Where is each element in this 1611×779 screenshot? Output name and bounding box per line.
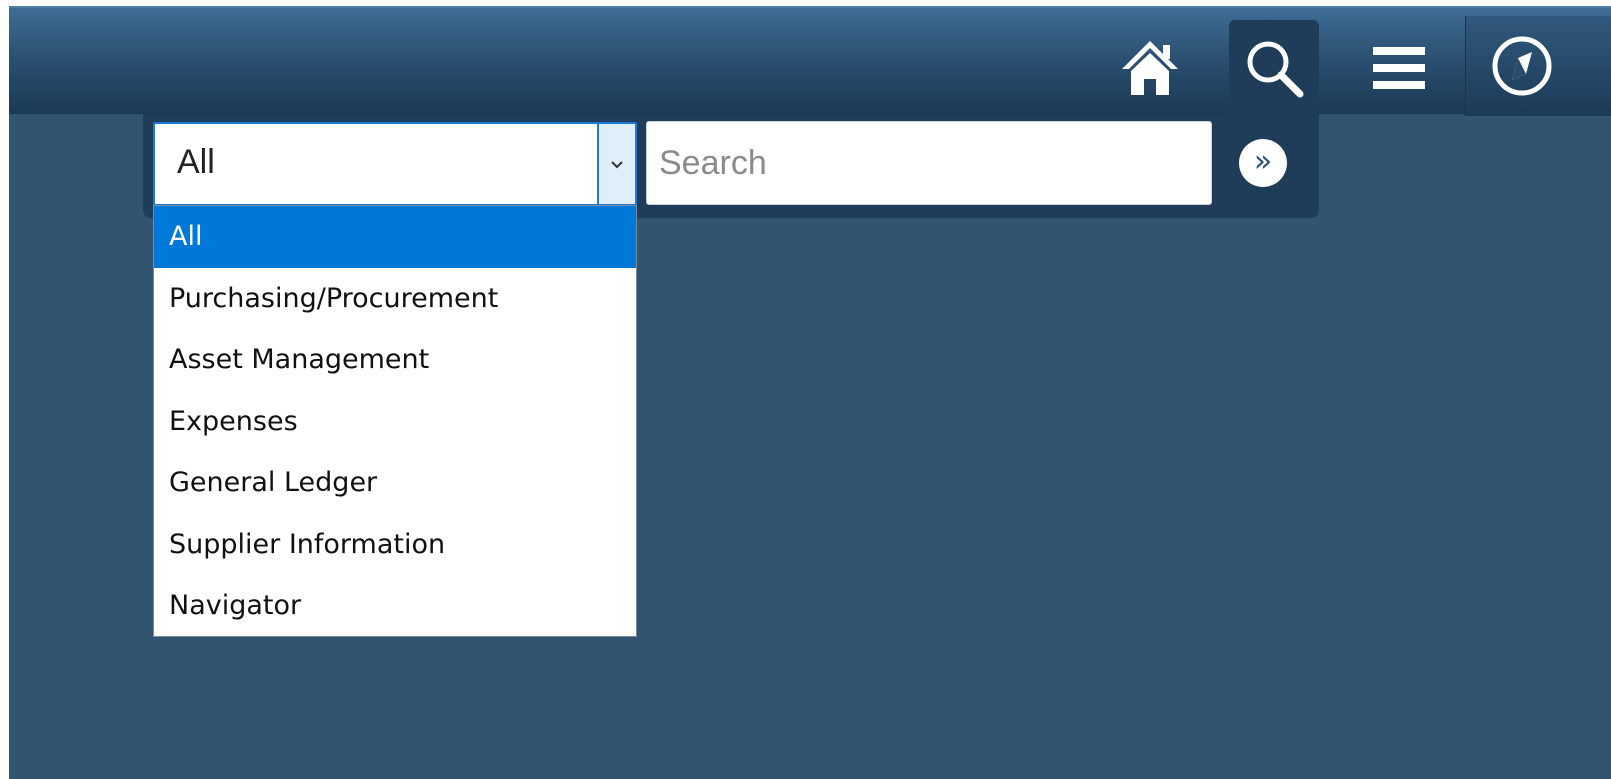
dropdown-option[interactable]: General Ledger (154, 452, 636, 514)
home-button[interactable] (1109, 20, 1191, 116)
dropdown-option[interactable]: Purchasing/Procurement (154, 268, 636, 330)
search-input[interactable] (646, 121, 1212, 205)
search-category-select[interactable]: All (153, 122, 637, 206)
search-icon (1242, 36, 1306, 100)
app-frame: All » AllPurchasing/ProcurementAsset Man… (9, 6, 1611, 779)
menu-icon (1373, 45, 1425, 91)
actions-menu-button[interactable] (1354, 20, 1444, 116)
dropdown-arrow-button[interactable] (597, 124, 635, 204)
search-go-button[interactable]: » (1239, 139, 1287, 187)
dropdown-option[interactable]: All (154, 206, 636, 268)
search-toggle-button[interactable] (1229, 20, 1319, 116)
double-chevron-right-icon: » (1253, 143, 1273, 179)
global-search-panel: All » (143, 114, 1319, 218)
dropdown-option[interactable]: Expenses (154, 391, 636, 453)
category-dropdown-list: All Purchasing/Procurement Asset Managemen… (153, 205, 637, 637)
compass-icon (1490, 34, 1554, 98)
home-icon (1120, 39, 1180, 97)
dropdown-option[interactable]: Navigator (154, 575, 636, 637)
chevron-down-icon (610, 155, 624, 174)
dropdown-option[interactable]: Supplier Information (154, 514, 636, 576)
navbar-button[interactable] (1465, 16, 1611, 116)
selected-category: All (177, 143, 215, 181)
dropdown-option[interactable]: Asset Management (154, 329, 636, 391)
header-bar (9, 6, 1611, 116)
